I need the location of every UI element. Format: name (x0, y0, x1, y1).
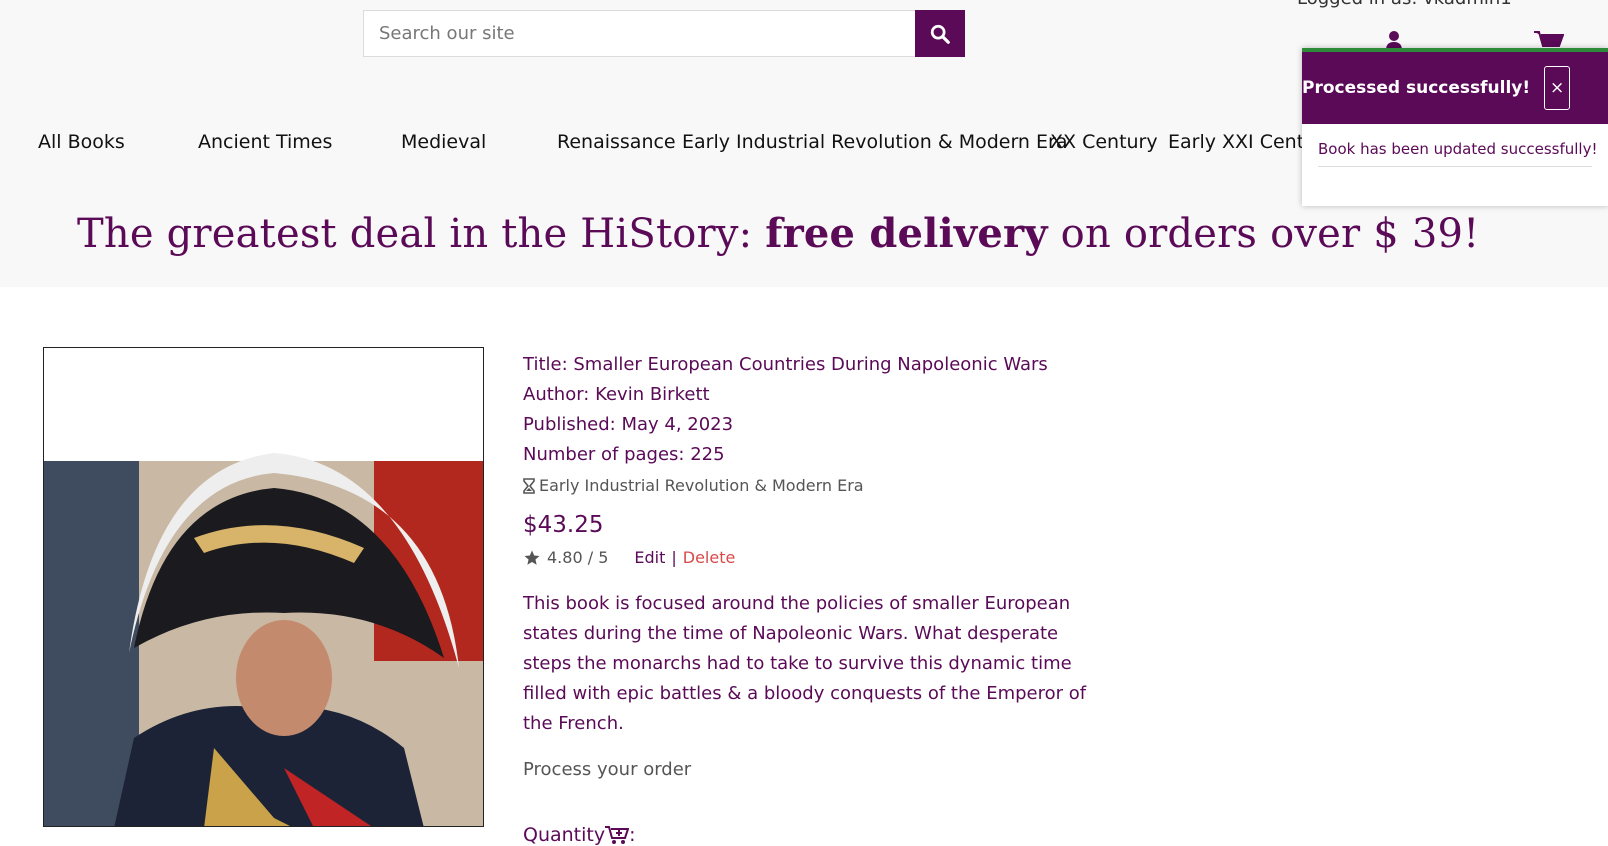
quantity-label: Quantity : (523, 824, 1093, 846)
close-icon[interactable]: × (1544, 66, 1570, 110)
book-title: Title: Smaller European Countries During… (523, 354, 1048, 375)
nav-item-xx-century[interactable]: XX Century (1050, 131, 1158, 153)
book-details: Title: Smaller European Countries During… (523, 350, 1093, 846)
book-cover-image (43, 347, 484, 827)
book-pages: Number of pages: 225 (523, 444, 725, 465)
banner-highlight: free delivery (765, 210, 1048, 257)
banner-prefix: The greatest deal in the HiStory: (77, 211, 766, 257)
cart-plus-icon (605, 826, 630, 844)
success-toast: Processed successfully! × Book has been … (1302, 48, 1608, 206)
hourglass-icon (523, 478, 535, 494)
process-order-label: Process your order (523, 759, 692, 780)
book-price: $43.25 (523, 512, 604, 538)
promo-banner: The greatest deal in the HiStory: free d… (77, 210, 1479, 257)
nav-item-all-books[interactable]: All Books (38, 131, 125, 153)
book-category[interactable]: Early Industrial Revolution & Modern Era (523, 470, 1093, 502)
book-author: Author: Kevin Birkett (523, 384, 710, 405)
book-published: Published: May 4, 2023 (523, 414, 734, 435)
toast-title: Processed successfully! (1302, 78, 1531, 98)
link-separator: | (671, 548, 677, 567)
book-rating: 4.80 / 5 Edit | Delete (523, 548, 1093, 567)
nav-item-medieval[interactable]: Medieval (401, 131, 486, 153)
delete-link[interactable]: Delete (683, 548, 736, 567)
nav-item-ancient-times[interactable]: Ancient Times (198, 131, 332, 153)
banner-suffix: on orders over $ 39! (1047, 211, 1480, 257)
star-icon (524, 550, 540, 565)
book-description: This book is focused around the policies… (523, 593, 1087, 734)
rating-value: 4.80 / 5 (547, 548, 609, 567)
book-category-label: Early Industrial Revolution & Modern Era (539, 476, 864, 495)
quantity-colon: : (629, 824, 636, 846)
logged-in-label: Logged in as: vkadmin1 (1297, 0, 1512, 9)
toast-message: Book has been updated successfully! (1318, 140, 1597, 167)
quantity-text: Quantity (523, 824, 606, 846)
nav-item-renaissance[interactable]: Renaissance (557, 131, 676, 153)
search-icon (930, 24, 950, 44)
toast-header: Processed successfully! × (1302, 52, 1608, 124)
edit-link[interactable]: Edit (634, 548, 665, 567)
search-button[interactable] (915, 10, 965, 57)
nav-item-early-industrial[interactable]: Early Industrial Revolution & Modern Era (682, 131, 1067, 153)
search-input[interactable] (364, 11, 915, 56)
search-bar (363, 10, 965, 57)
